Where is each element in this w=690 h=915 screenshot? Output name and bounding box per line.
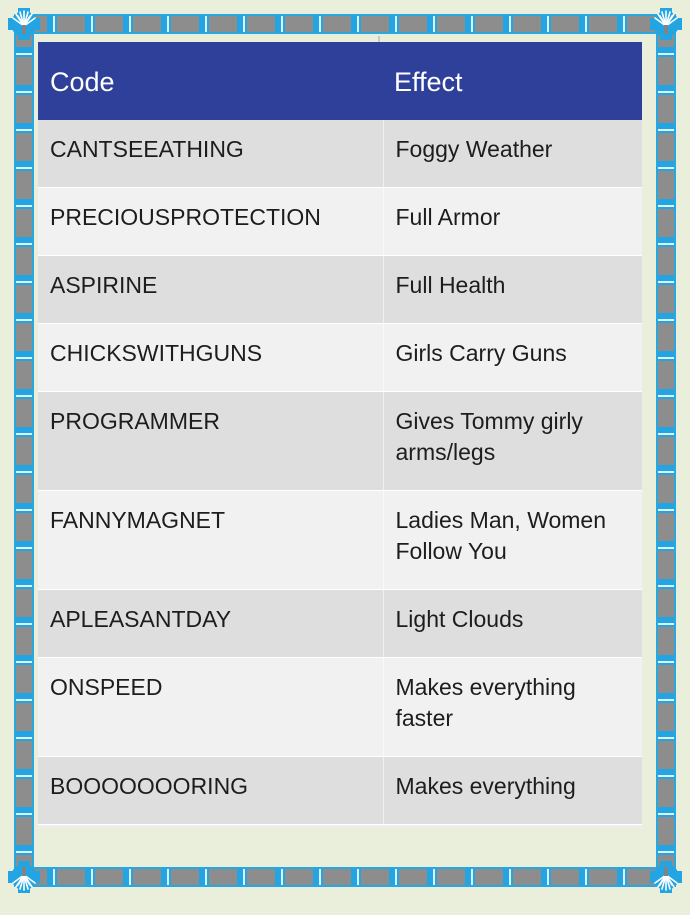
table-row: CHICKSWITHGUNS Girls Carry Guns [38, 323, 642, 392]
table-row: BOOOOOOORING Makes everything [38, 756, 642, 826]
table-body: CANTSEEATHING Foggy Weather PRECIOUSPROTEC… [38, 119, 642, 826]
cell-effect: Foggy Weather [382, 119, 642, 188]
sparkler-burst-icon [646, 4, 686, 44]
table-header: Code Effect [38, 42, 642, 120]
cheat-codes-table-container: Code Effect CANTSEEATHING Foggy Weather PR… [38, 42, 642, 828]
cell-effect: Light Clouds [382, 589, 642, 659]
table-row: PRECIOUSPROTECTION Full Armor [38, 187, 642, 256]
cell-code: BOOOOOOORING [38, 756, 383, 826]
frame-border-right [656, 14, 676, 887]
cell-code: CHICKSWITHGUNS [38, 323, 383, 392]
cell-code: PRECIOUSPROTECTION [38, 187, 383, 256]
cheat-codes-table: Code Effect CANTSEEATHING Foggy Weather PR… [38, 42, 642, 826]
table-row: PROGRAMMER Gives Tommy girly arms/legs [38, 391, 642, 491]
cell-effect: Gives Tommy girly arms/legs [382, 391, 642, 491]
cell-effect: Full Armor [382, 187, 642, 256]
cell-effect: Girls Carry Guns [382, 323, 642, 392]
cell-effect: Makes everything faster [382, 657, 642, 758]
column-header-code[interactable]: Code [38, 42, 383, 120]
table-row: ONSPEED Makes everything faster [38, 657, 642, 758]
table-row: APLEASANTDAY Light Clouds [38, 589, 642, 659]
cell-effect: Ladies Man, Women Follow You [382, 490, 642, 591]
cell-effect: Full Health [382, 255, 642, 324]
sparkler-burst-icon [646, 857, 686, 897]
table-row: CANTSEEATHING Foggy Weather [38, 119, 642, 188]
sparkler-burst-icon [4, 857, 44, 897]
cell-code: PROGRAMMER [38, 391, 383, 491]
frame-border-bottom [14, 867, 676, 887]
cell-code: CANTSEEATHING [38, 119, 383, 188]
cell-code: ASPIRINE [38, 255, 383, 324]
sparkler-burst-icon [4, 4, 44, 44]
cell-code: FANNYMAGNET [38, 490, 383, 591]
cell-code: APLEASANTDAY [38, 589, 383, 659]
table-header-row: Code Effect [38, 42, 642, 120]
table-row: ASPIRINE Full Health [38, 255, 642, 324]
cell-code: ONSPEED [38, 657, 383, 758]
frame-border-left [14, 14, 34, 887]
column-header-effect[interactable]: Effect [383, 42, 642, 120]
cell-effect: Makes everything [382, 756, 642, 826]
table-row: FANNYMAGNET Ladies Man, Women Follow You [38, 490, 642, 591]
frame-border-top [14, 14, 676, 34]
